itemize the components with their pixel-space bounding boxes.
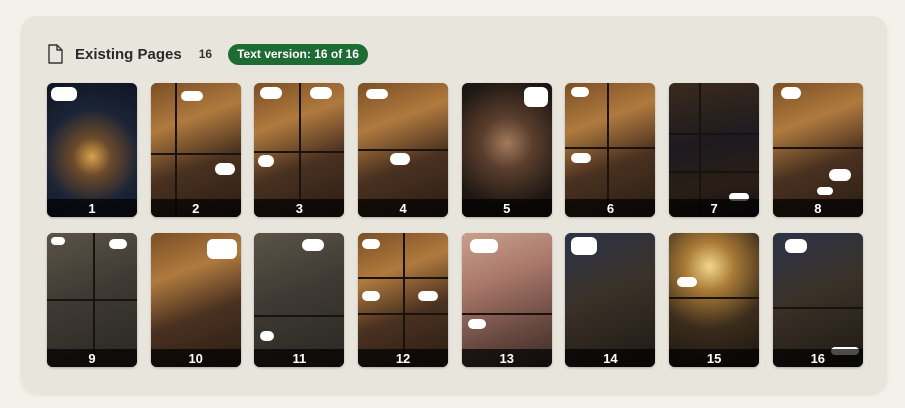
- section-title: Existing Pages: [75, 45, 182, 63]
- speech-bubble: [571, 153, 592, 163]
- page-thumbnail[interactable]: 8: [772, 83, 863, 217]
- page-illustration: [47, 83, 137, 217]
- page-thumbnail[interactable]: 1: [47, 83, 137, 217]
- speech-bubble: [302, 239, 325, 251]
- page-illustration: [47, 233, 137, 367]
- page-number: 13: [499, 350, 514, 366]
- speech-bubble: [469, 239, 498, 253]
- existing-pages-panel: Existing Pages 16 Text version: 16 of 16…: [21, 16, 887, 394]
- page-thumbnail[interactable]: 14: [565, 233, 656, 367]
- page-illustration: [358, 233, 449, 367]
- speech-bubble: [467, 319, 486, 329]
- page-number-bar: 12: [358, 349, 449, 367]
- page-illustration: [565, 233, 656, 367]
- speech-bubble: [206, 239, 237, 259]
- text-version-badge: Text version: 16 of 16: [228, 43, 368, 65]
- page-number: 7: [710, 200, 718, 216]
- page-number: 16: [810, 350, 826, 366]
- speech-bubble: [310, 87, 333, 99]
- page-number-bar: 15: [669, 349, 760, 367]
- page-thumbnail[interactable]: 9: [47, 233, 137, 367]
- file-icon: [48, 44, 63, 64]
- page-number: 2: [192, 200, 200, 216]
- page-illustration: [461, 83, 552, 217]
- speech-bubble: [362, 291, 381, 301]
- page-number: 10: [188, 350, 203, 366]
- page-count: 16: [198, 47, 213, 61]
- speech-bubble: [571, 237, 598, 255]
- page-number: 1: [88, 200, 96, 216]
- page-number-bar: 2: [150, 199, 241, 217]
- page-illustration: [669, 83, 760, 217]
- page-illustration: [772, 83, 863, 217]
- page-number-bar: 9: [47, 349, 137, 367]
- page-thumbnail[interactable]: 10: [150, 233, 241, 367]
- speech-bubble: [260, 331, 275, 341]
- page-number: 4: [399, 200, 407, 216]
- page-number-bar: 13: [461, 349, 552, 367]
- page-number-bar: 14: [565, 349, 656, 367]
- page-number-bar: 7: [669, 199, 760, 217]
- page-illustration: [669, 233, 760, 367]
- page-illustration: [772, 233, 863, 367]
- page-number-bar: 3: [254, 199, 345, 217]
- page-thumbnail[interactable]: 11: [254, 233, 345, 367]
- page-thumbnail[interactable]: 6: [565, 83, 656, 217]
- page-illustration: [254, 83, 345, 217]
- speech-bubble: [366, 89, 389, 99]
- page-thumbnail[interactable]: 13: [461, 233, 552, 367]
- page-number: 14: [603, 350, 618, 366]
- speech-bubble: [523, 87, 548, 107]
- page-thumbnail-grid: 1 2 3 4 5 6 7 8 9 10 11 12 13 14 15 16: [47, 83, 863, 367]
- page-number-bar: 1: [47, 199, 137, 217]
- page-number-bar: 4: [358, 199, 449, 217]
- page-number-bar: 10: [150, 349, 241, 367]
- page-number: 8: [814, 200, 822, 216]
- speech-bubble: [390, 153, 411, 165]
- speech-bubble: [816, 187, 833, 195]
- page-illustration: [254, 233, 345, 367]
- page-illustration: [150, 83, 241, 217]
- page-thumbnail[interactable]: 3: [254, 83, 345, 217]
- page-illustration: [565, 83, 656, 217]
- page-thumbnail[interactable]: 15: [669, 233, 760, 367]
- page-thumbnail[interactable]: 5: [461, 83, 552, 217]
- speech-bubble: [258, 155, 275, 167]
- page-number-bar: 8: [772, 199, 863, 217]
- page-number-bar: 5: [461, 199, 552, 217]
- page-number-bar: 11: [254, 349, 345, 367]
- speech-bubble: [362, 239, 381, 249]
- page-number: 6: [606, 200, 615, 216]
- speech-bubble: [214, 163, 235, 175]
- page-number: 12: [395, 350, 411, 366]
- page-thumbnail[interactable]: 12: [358, 233, 449, 367]
- page-thumbnail[interactable]: 16: [772, 233, 863, 367]
- page-thumbnail[interactable]: 2: [150, 83, 241, 217]
- page-number: 15: [706, 350, 722, 366]
- page-thumbnail[interactable]: 4: [358, 83, 449, 217]
- speech-bubble: [51, 87, 77, 101]
- speech-bubble: [571, 87, 590, 97]
- speech-bubble: [418, 291, 439, 301]
- page-illustration: [461, 233, 552, 367]
- speech-bubble: [51, 237, 65, 245]
- section-header: Existing Pages 16 Text version: 16 of 16: [47, 43, 368, 65]
- speech-bubble: [260, 87, 283, 99]
- page-number-bar: 6: [565, 199, 656, 217]
- page-number-bar: 16: [772, 349, 863, 367]
- page-number: 11: [292, 350, 307, 366]
- speech-bubble: [828, 169, 851, 181]
- speech-bubble: [780, 87, 801, 99]
- page-thumbnail[interactable]: 7: [669, 83, 760, 217]
- speech-bubble: [180, 91, 203, 101]
- page-illustration: [150, 233, 241, 367]
- speech-bubble: [677, 277, 698, 287]
- speech-bubble: [109, 239, 127, 249]
- page-number: 3: [295, 200, 303, 216]
- page-number: 5: [503, 200, 511, 216]
- page-number: 9: [88, 350, 96, 366]
- page-illustration: [358, 83, 449, 217]
- speech-bubble: [784, 239, 807, 253]
